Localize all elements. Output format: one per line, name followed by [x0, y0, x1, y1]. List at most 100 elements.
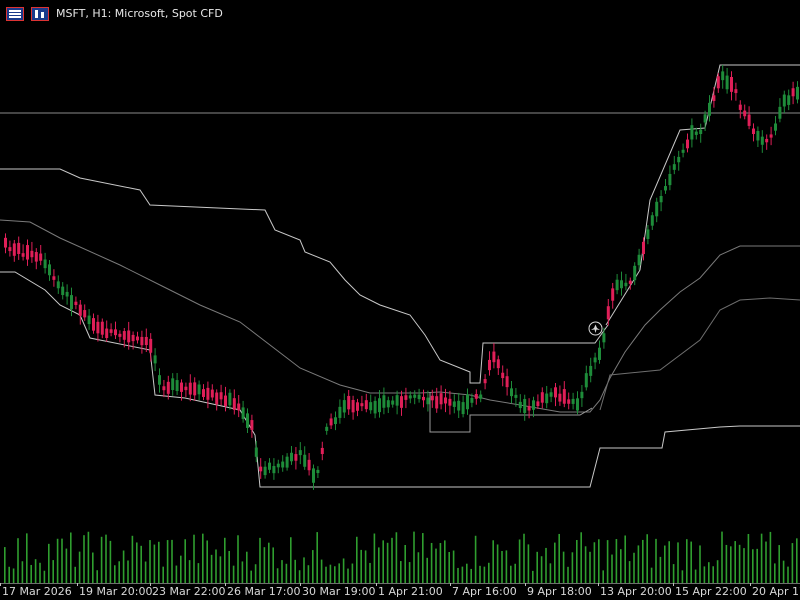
candle	[760, 136, 764, 145]
volume-bar	[43, 570, 46, 583]
volume-bar	[241, 561, 244, 583]
volume-bar	[65, 548, 68, 583]
volume-bar	[721, 531, 723, 583]
volume-bar	[312, 550, 314, 583]
volume-bar	[664, 545, 666, 583]
candle	[351, 399, 355, 413]
volume-bar	[549, 563, 552, 583]
volume-bar	[606, 540, 609, 583]
candle	[30, 250, 34, 258]
time-axis-tick	[0, 583, 1, 586]
candle	[532, 400, 535, 410]
time-axis-tick	[525, 583, 526, 586]
candle	[171, 378, 175, 391]
volume-bar	[307, 565, 310, 583]
volume-bar	[48, 543, 50, 583]
candle	[210, 389, 214, 398]
volume-bar	[294, 559, 296, 583]
volume-bar	[127, 560, 129, 583]
price-chart[interactable]	[0, 0, 800, 585]
candle	[470, 398, 474, 403]
candle	[505, 376, 509, 388]
candle	[364, 400, 368, 410]
volume-bar	[452, 550, 455, 583]
candle	[325, 426, 329, 431]
volume-bar	[74, 566, 76, 583]
volume-bar	[633, 552, 635, 583]
time-axis: 17 Mar 2026 19 Mar 20:00 23 Mar 22:00 26 Ma…	[0, 583, 800, 600]
candle	[708, 102, 711, 116]
volume-bar	[571, 552, 574, 583]
candle	[730, 76, 733, 92]
candle	[184, 386, 188, 391]
volume-bar	[444, 540, 446, 583]
chart-type-icon[interactable]	[31, 7, 49, 21]
candle	[250, 420, 254, 430]
candle	[193, 382, 197, 396]
chart-canvas[interactable]	[0, 0, 800, 585]
candle	[606, 306, 610, 320]
volume-bar	[96, 570, 98, 583]
candle	[430, 395, 434, 401]
candle	[694, 131, 698, 135]
candle	[576, 398, 579, 411]
volume-bar	[602, 570, 604, 583]
volume-bar	[246, 551, 248, 583]
candle	[34, 252, 38, 262]
volume-bar	[378, 547, 380, 583]
one-click-trading-icon[interactable]	[6, 7, 24, 21]
candle	[518, 401, 522, 409]
volume-bar	[576, 540, 578, 583]
volume-bar	[228, 550, 230, 583]
volume-bar	[140, 545, 142, 583]
volume-bar	[78, 551, 81, 583]
volume-bar	[316, 532, 318, 583]
volume-bar	[162, 566, 164, 583]
time-axis-label: 26 Mar 17:00	[227, 585, 301, 598]
time-axis-tick	[77, 583, 78, 586]
candle	[444, 397, 447, 404]
volume-bar	[175, 565, 178, 583]
volume-bar	[624, 535, 626, 583]
candle	[677, 156, 681, 163]
candle	[422, 396, 425, 401]
candle	[378, 398, 381, 413]
volume-bar	[694, 569, 697, 583]
trade-marker-icon[interactable]	[588, 321, 603, 336]
candle	[166, 381, 170, 394]
volume-bar	[567, 566, 569, 583]
volume-bar	[215, 549, 217, 583]
candle	[369, 402, 373, 411]
volume-bar	[752, 549, 754, 583]
candle	[52, 276, 56, 280]
time-axis-label: 7 Apr 16:00	[452, 585, 517, 598]
candle	[254, 447, 258, 457]
volume-bar	[743, 548, 745, 583]
volume-bar	[219, 556, 222, 583]
volume-bar	[708, 562, 710, 583]
candle	[39, 253, 43, 261]
volume-bar	[725, 544, 728, 583]
candle	[536, 401, 540, 407]
lower-band-line	[0, 271, 800, 488]
candle	[584, 373, 588, 388]
candle	[202, 389, 205, 397]
channel-high-line	[605, 64, 800, 326]
candle	[114, 329, 117, 336]
time-axis-label: 19 Mar 20:00	[79, 585, 153, 598]
candle	[633, 265, 637, 281]
candle	[496, 359, 500, 369]
volume-bar	[637, 545, 640, 583]
volume-bar	[369, 562, 371, 583]
volume-bar	[52, 560, 54, 583]
candle	[589, 365, 593, 376]
volume-bar	[285, 563, 288, 583]
volume-bar	[690, 541, 692, 583]
candle	[774, 123, 777, 131]
volume-bar	[655, 538, 657, 583]
candle	[303, 454, 307, 467]
candle	[237, 403, 241, 411]
volume-bar	[681, 570, 684, 583]
candle	[122, 331, 126, 340]
volume-bar	[496, 544, 499, 583]
